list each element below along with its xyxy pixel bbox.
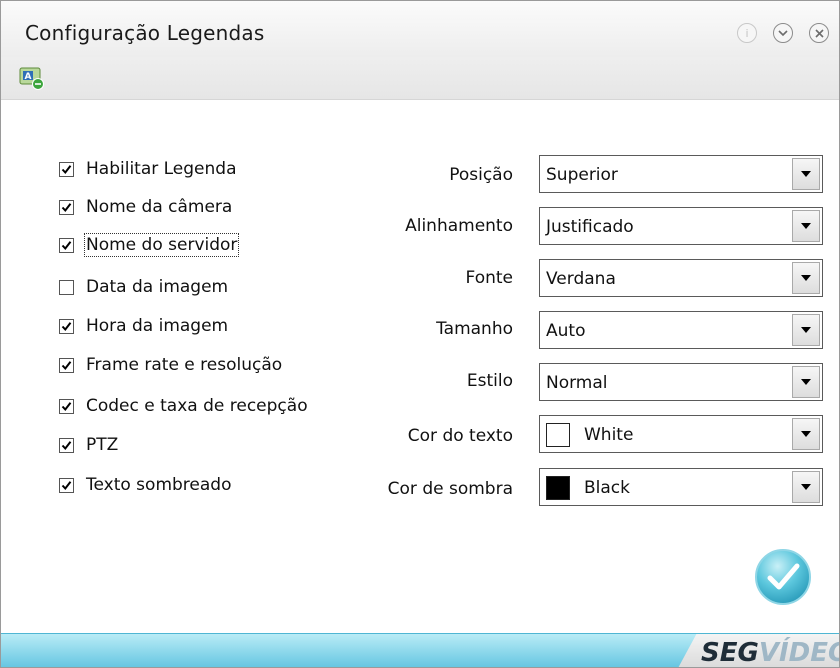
fonte-value: Verdana (546, 269, 616, 289)
minimize-button[interactable] (773, 23, 793, 43)
dropdown-arrow-icon[interactable] (792, 210, 820, 242)
checkbox[interactable] (59, 437, 74, 453)
dropdown-arrow-icon[interactable] (792, 418, 820, 450)
dropdown-arrow-icon[interactable] (792, 471, 820, 503)
footer-bar: SEGVÍDEO (1, 633, 839, 668)
info-icon: i (737, 23, 757, 43)
color-swatch (546, 423, 570, 447)
fonte-select[interactable]: Verdana (539, 259, 823, 297)
option-data-da-imagem[interactable]: Data da imagem (59, 274, 228, 300)
cor-texto-select[interactable]: White (539, 415, 823, 453)
brand-logo: SEGVÍDEO (701, 638, 839, 668)
alinhamento-select[interactable]: Justificado (539, 207, 823, 245)
estilo-select[interactable]: Normal (539, 363, 823, 401)
dropdown-arrow-icon[interactable] (792, 262, 820, 294)
cor-texto-label: Cor do texto (407, 426, 513, 446)
option-label: PTZ (86, 435, 119, 455)
svg-text:A: A (25, 72, 32, 82)
option-nome-da-camera[interactable]: Nome da câmera (59, 194, 232, 220)
option-label: Data da imagem (86, 277, 229, 297)
estilo-label: Estilo (466, 371, 513, 391)
checkbox[interactable] (59, 398, 74, 414)
alinhamento-value: Justificado (546, 217, 634, 237)
cor-sombra-value: Black (584, 478, 630, 498)
option-label: Codec e taxa de recepção (86, 396, 308, 416)
fonte-label: Fonte (465, 268, 513, 288)
dropdown-arrow-icon[interactable] (792, 314, 820, 346)
color-swatch (546, 476, 570, 500)
alinhamento-label: Alinhamento (405, 216, 513, 236)
option-label: Hora da imagem (86, 316, 229, 336)
toolbar: A (1, 57, 839, 100)
tamanho-value: Auto (546, 321, 586, 341)
dropdown-arrow-icon[interactable] (792, 158, 820, 190)
checkbox[interactable] (59, 357, 74, 373)
option-ptz[interactable]: PTZ (59, 432, 118, 458)
caption-edit-icon[interactable]: A (19, 65, 45, 91)
checkbox[interactable] (59, 279, 74, 295)
checkbox[interactable] (59, 477, 74, 493)
tamanho-label: Tamanho (436, 319, 513, 339)
option-frame-rate[interactable]: Frame rate e resolução (59, 352, 282, 378)
option-nome-do-servidor[interactable]: Nome do servidor (59, 232, 240, 258)
posicao-label: Posição (449, 165, 513, 185)
title-bar: Configuração Legendas i (1, 1, 839, 57)
caption-settings-window: Configuração Legendas i A Habilitar Lege… (0, 0, 840, 668)
checkbox[interactable] (59, 199, 74, 215)
window-title: Configuração Legendas (25, 21, 265, 45)
close-icon (814, 28, 824, 38)
estilo-value: Normal (546, 373, 608, 393)
posicao-select[interactable]: Superior (539, 155, 823, 193)
option-label: Frame rate e resolução (86, 355, 283, 375)
dropdown-arrow-icon[interactable] (792, 366, 820, 398)
tamanho-select[interactable]: Auto (539, 311, 823, 349)
checkbox[interactable] (59, 318, 74, 334)
option-label: Texto sombreado (86, 475, 232, 495)
chevron-down-icon (778, 30, 788, 37)
confirm-button[interactable] (753, 547, 813, 607)
cor-texto-value: White (584, 425, 634, 445)
option-label: Habilitar Legenda (86, 159, 237, 179)
posicao-value: Superior (546, 165, 618, 185)
cor-sombra-select[interactable]: Black (539, 468, 823, 506)
option-hora-da-imagem[interactable]: Hora da imagem (59, 313, 228, 339)
option-label: Nome da câmera (86, 197, 233, 217)
option-label: Nome do servidor (83, 233, 240, 257)
option-habilitar-legenda[interactable]: Habilitar Legenda (59, 156, 237, 182)
checkbox[interactable] (59, 237, 74, 253)
option-codec[interactable]: Codec e taxa de recepção (59, 393, 308, 419)
option-texto-sombreado[interactable]: Texto sombreado (59, 472, 231, 498)
checkbox[interactable] (59, 161, 74, 177)
cor-sombra-label: Cor de sombra (387, 479, 513, 499)
close-button[interactable] (809, 23, 829, 43)
